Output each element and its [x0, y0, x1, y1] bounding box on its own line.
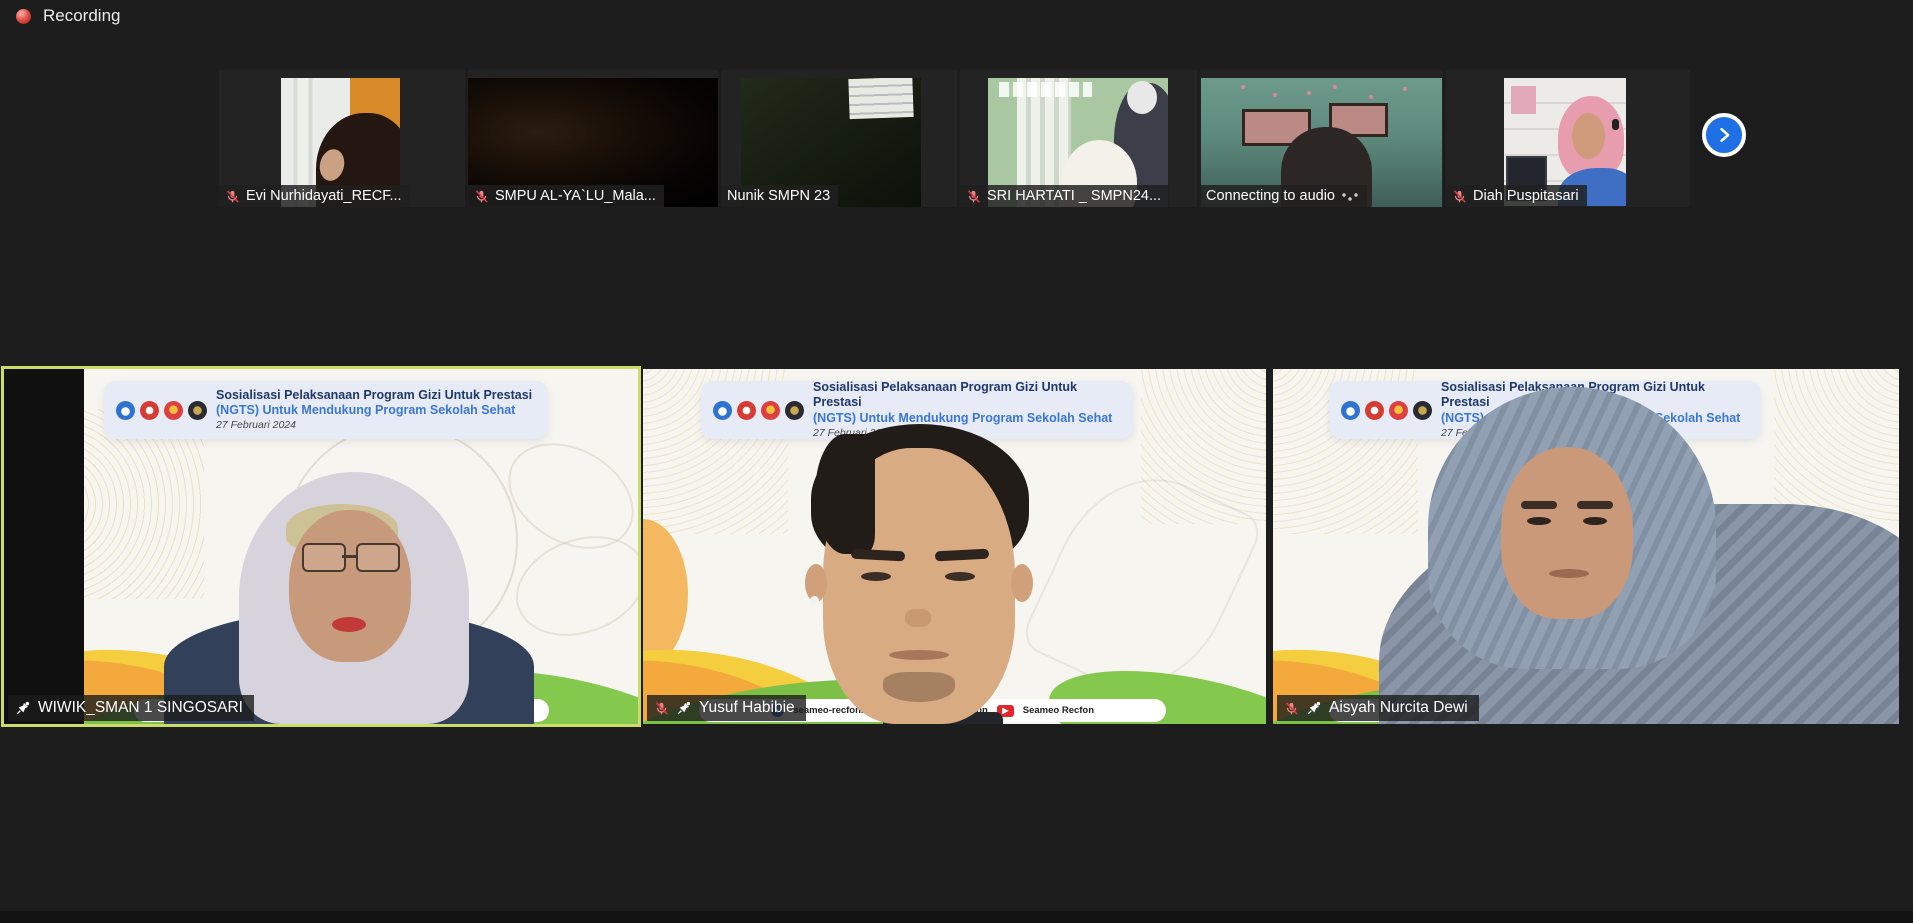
- recording-dot-icon: [16, 9, 31, 24]
- participant-nameplate: Connecting to audio: [1200, 185, 1367, 207]
- participant-name: Diah Puspitasari: [1473, 188, 1579, 204]
- connecting-dots-icon: [1341, 191, 1359, 202]
- thumbnail-smpu[interactable]: SMPU AL-YA`LU_Mala...: [468, 70, 718, 207]
- thumbnail-connecting[interactable]: Connecting to audio: [1200, 70, 1443, 207]
- participant-name: SRI HARTATI _ SMPN24...: [987, 188, 1161, 204]
- kemendikbud-logo-icon: [713, 401, 732, 420]
- lips: [332, 617, 366, 632]
- participant-name: WIWIK_SMAN 1 SINGOSARI: [38, 699, 243, 717]
- pin-icon: [15, 700, 31, 716]
- gear-logo-icon: [737, 401, 756, 420]
- mic-off-icon: [1284, 701, 1299, 716]
- gear-logo-icon: [140, 401, 159, 420]
- pink-dots: [1307, 91, 1311, 95]
- thumbnail-evi[interactable]: Evi Nurhidayati_RECF...: [219, 70, 465, 207]
- participant-nameplate: WIWIK_SMAN 1 SINGOSARI: [8, 695, 254, 721]
- face: [1501, 447, 1633, 619]
- banner-line1: Sosialisasi Pelaksanaan Program Gizi Unt…: [813, 380, 1121, 411]
- video-tile-aisyah[interactable]: f seameo-recfon.org @ @SeameoRecfon ▶ Se…: [1273, 369, 1899, 724]
- round-gold-logo-icon: [188, 401, 207, 420]
- ear-right: [1011, 564, 1033, 602]
- orange-blob-decor: [643, 519, 688, 669]
- mic-off-icon: [1452, 189, 1467, 204]
- eye-right: [1583, 517, 1607, 525]
- flower-logo-icon: [164, 401, 183, 420]
- virtual-background: f seameo-recfon.org @ @SeameoRecfon ▶ Se…: [84, 369, 638, 724]
- video-tile-yusuf[interactable]: f seameo-recfon.org @ @SeameoRecfon ▶ Se…: [643, 369, 1266, 724]
- participant-name: Yusuf Habibie: [699, 699, 795, 717]
- next-page-button[interactable]: [1702, 113, 1746, 157]
- participant-name: Nunik SMPN 23: [727, 188, 830, 204]
- goatee: [883, 672, 955, 702]
- video-tile-wiwik[interactable]: f seameo-recfon.org @ @SeameoRecfon ▶ Se…: [4, 369, 638, 724]
- mouth: [889, 650, 949, 660]
- participant-name: Connecting to audio: [1206, 188, 1335, 204]
- participant-nameplate: Yusuf Habibie: [647, 695, 806, 721]
- brow-left: [1521, 501, 1557, 509]
- mouth: [1549, 569, 1589, 578]
- glasses-right: [356, 543, 400, 572]
- institution-logos: [713, 401, 804, 420]
- meeting-window: Recording Evi Nurhidayati_RECF... SMPU A…: [0, 0, 1913, 923]
- eye-left: [861, 572, 891, 581]
- virtual-background: f seameo-recfon.org @ @SeameoRecfon ▶ Se…: [1273, 369, 1899, 724]
- thumbnail-diah[interactable]: Diah Puspitasari: [1446, 70, 1690, 207]
- banner-line2: (NGTS) Untuk Mendukung Program Sekolah S…: [216, 403, 532, 418]
- eye-right: [945, 572, 975, 581]
- white-cap: [1127, 81, 1158, 115]
- recording-indicator: Recording: [16, 6, 121, 26]
- institution-logos: [116, 401, 207, 420]
- brow-right: [1577, 501, 1613, 509]
- chevron-right-icon: [1714, 125, 1734, 145]
- pin-icon: [676, 700, 692, 716]
- shelf-decor: [1511, 86, 1535, 114]
- face: [1572, 113, 1605, 159]
- kemendikbud-logo-icon: [116, 401, 135, 420]
- thumbnail-nunik[interactable]: Nunik SMPN 23: [721, 70, 957, 207]
- banner-line1: Sosialisasi Pelaksanaan Program Gizi Unt…: [216, 388, 532, 403]
- participant-nameplate: Nunik SMPN 23: [721, 185, 838, 207]
- thumbnail-sri-hartati[interactable]: SRI HARTATI _ SMPN24...: [960, 70, 1197, 207]
- participant-person: [793, 424, 1083, 724]
- paper-sign: [848, 78, 913, 119]
- headset: [1612, 119, 1619, 130]
- glasses-bridge: [342, 555, 356, 558]
- participant-name: Evi Nurhidayati_RECF...: [246, 188, 402, 204]
- participant-nameplate: SMPU AL-YA`LU_Mala...: [468, 185, 664, 207]
- participant-name: SMPU AL-YA`LU_Mala...: [495, 188, 656, 204]
- glasses-left: [302, 543, 346, 572]
- nose: [905, 609, 931, 627]
- mic-off-icon: [225, 189, 240, 204]
- caption-overlay: [999, 82, 1093, 97]
- participant-name: Aisyah Nurcita Dewi: [1329, 699, 1468, 717]
- pin-icon: [1306, 700, 1322, 716]
- participant-nameplate: Evi Nurhidayati_RECF...: [219, 185, 410, 207]
- participant-person: [1273, 369, 1899, 724]
- mic-off-icon: [474, 189, 489, 204]
- flower-logo-icon: [761, 401, 780, 420]
- hair-sweep: [815, 434, 875, 554]
- eye-left: [1527, 517, 1551, 525]
- bottom-strip: [0, 911, 1913, 923]
- recording-label: Recording: [43, 6, 121, 26]
- earbud: [810, 596, 819, 605]
- participant-nameplate: Aisyah Nurcita Dewi: [1277, 695, 1479, 721]
- face: [289, 510, 411, 662]
- virtual-background: f seameo-recfon.org @ @SeameoRecfon ▶ Se…: [643, 369, 1266, 724]
- participant-nameplate: SRI HARTATI _ SMPN24...: [960, 185, 1169, 207]
- round-gold-logo-icon: [785, 401, 804, 420]
- mic-off-icon: [966, 189, 981, 204]
- mic-off-icon: [654, 701, 669, 716]
- participant-nameplate: Diah Puspitasari: [1446, 185, 1587, 207]
- participant-person: [144, 424, 544, 724]
